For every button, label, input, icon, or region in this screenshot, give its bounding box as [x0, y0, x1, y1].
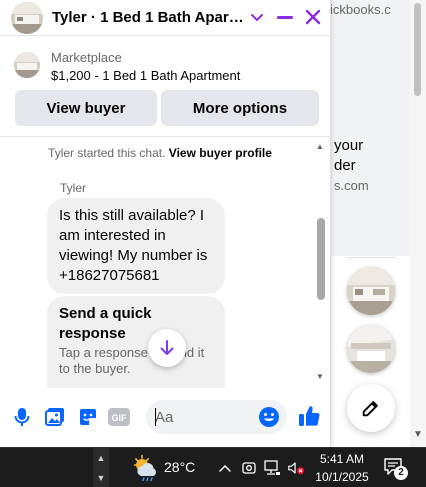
scroll-to-bottom-button[interactable]	[148, 329, 186, 367]
divider	[0, 136, 331, 137]
more-options-button[interactable]: More options	[161, 90, 319, 126]
weather-icon[interactable]	[132, 454, 160, 482]
background-panel	[330, 0, 410, 256]
message-composer: GIF	[0, 396, 331, 440]
chat-scroll-down-arrow[interactable]: ▼	[316, 372, 324, 381]
sender-name: Tyler	[60, 181, 87, 195]
view-buyer-button[interactable]: View buyer	[15, 90, 157, 126]
system-message-text: Tyler started this chat.	[48, 146, 166, 160]
message-input-wrapper[interactable]	[146, 400, 287, 434]
background-heading-line-1: your	[334, 137, 364, 154]
taskbar: ▲ ▼ 28°C 5:41 AM 10/1/2025 2	[0, 447, 426, 487]
clock-date[interactable]: 10/1/2025	[313, 470, 371, 484]
listing-title[interactable]: $1,200 - 1 Bed 1 Bath Apartment	[51, 68, 240, 83]
chat-scroll-up-arrow[interactable]: ▲	[316, 142, 324, 151]
volume-muted-icon[interactable]	[287, 458, 305, 478]
close-icon[interactable]	[303, 7, 323, 27]
compose-icon	[362, 401, 378, 417]
chat-title[interactable]: Tyler · 1 Bed 1 Bath Apartm...	[52, 9, 247, 26]
page-scrollbar-thumb[interactable]	[414, 3, 421, 96]
notification-icon[interactable]: 2	[384, 458, 408, 480]
avatar[interactable]	[11, 1, 43, 34]
sticker-icon[interactable]	[77, 406, 99, 428]
marketplace-label: Marketplace	[51, 50, 122, 65]
listing-thumbnail	[14, 52, 40, 78]
emoji-icon[interactable]	[258, 406, 280, 428]
temperature-text[interactable]: 28°C	[164, 459, 195, 475]
photo-icon[interactable]	[44, 406, 66, 428]
minimize-icon[interactable]	[277, 8, 293, 28]
arrow-down-icon	[160, 340, 174, 355]
page-scroll-down-arrow[interactable]: ▼	[411, 429, 425, 440]
tray-chevron-up-icon[interactable]	[216, 458, 234, 478]
view-buyer-profile-link[interactable]: View buyer profile	[169, 146, 272, 160]
quick-response-subtitle: Tap a response to send it to the buyer.	[59, 345, 205, 376]
background-divider	[346, 257, 396, 258]
chat-head-bubble-2[interactable]	[347, 325, 395, 373]
gif-icon[interactable]: GIF	[108, 406, 130, 428]
taskbar-scroll-up[interactable]: ▲	[93, 448, 109, 468]
quick-response-card[interactable]: Send a quick response Tap a response to …	[47, 296, 225, 388]
new-message-button[interactable]	[347, 384, 395, 432]
marketplace-listing-card[interactable]: Marketplace $1,200 - 1 Bed 1 Bath Apartm…	[14, 50, 314, 86]
camera-icon[interactable]	[240, 458, 258, 478]
quick-response-title: Send a quick response	[59, 305, 152, 342]
chat-start-notice: Tyler started this chat. View buyer prof…	[0, 146, 320, 160]
svg-text:GIF: GIF	[112, 413, 128, 423]
taskbar-scroll-down[interactable]: ▼	[93, 468, 109, 487]
network-icon[interactable]	[263, 458, 281, 478]
chat-scrollbar-thumb[interactable]	[317, 218, 325, 300]
background-url-text: ickbooks.c	[330, 2, 391, 17]
text-caret	[155, 408, 156, 426]
message-input[interactable]	[155, 407, 255, 427]
thumbs-up-icon[interactable]	[297, 404, 321, 428]
microphone-icon[interactable]	[11, 406, 33, 428]
chat-head-bubble-1[interactable]	[347, 267, 395, 315]
messenger-chat-window: Tyler · 1 Bed 1 Bath Apartm... Marketpla…	[0, 0, 331, 447]
taskbar-scroll-control[interactable]: ▲ ▼	[93, 448, 109, 487]
chevron-down-icon[interactable]	[250, 8, 264, 28]
chat-header[interactable]: Tyler · 1 Bed 1 Bath Apartm...	[0, 0, 331, 36]
background-sub-text: s.com	[334, 178, 369, 193]
incoming-message-bubble: Is this still available? I am interested…	[47, 198, 225, 294]
clock-time[interactable]: 5:41 AM	[317, 452, 367, 466]
background-heading-line-2: der	[334, 157, 356, 174]
notification-count-badge: 2	[394, 466, 408, 480]
